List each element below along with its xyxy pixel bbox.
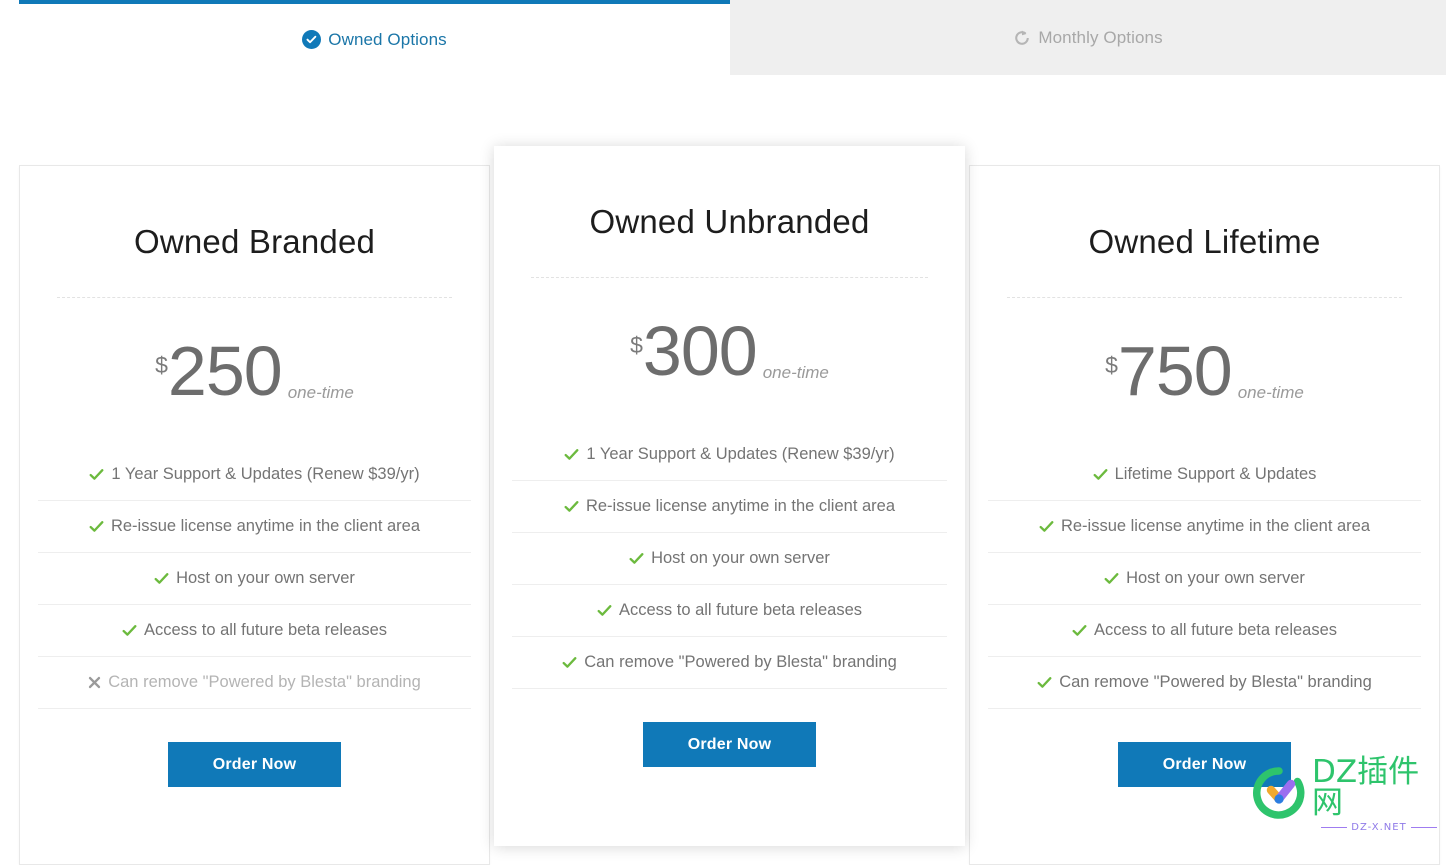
feature-label: Lifetime Support & Updates	[1114, 465, 1317, 484]
watermark-rule-right	[1410, 827, 1437, 828]
feature-item: Re-issue license anytime in the client a…	[512, 481, 947, 533]
plan-price: $ 300 one-time	[494, 316, 965, 386]
plan-title: Owned Branded	[133, 223, 376, 260]
feature-item: Access to all future beta releases	[512, 585, 947, 637]
feature-label: Host on your own server	[176, 569, 355, 588]
feature-list: 1 Year Support & Updates (Renew $39/yr) …	[494, 429, 965, 689]
check-icon	[154, 571, 169, 586]
check-icon	[1104, 571, 1119, 586]
watermark-subtitle-row: DZ-X.NET	[1321, 822, 1437, 833]
plan-price: $ 250 one-time	[20, 336, 489, 406]
watermark-title: DZ插件网	[1312, 754, 1420, 821]
close-icon	[88, 676, 101, 689]
feature-item: Re-issue license anytime in the client a…	[988, 501, 1421, 553]
title-divider	[1007, 297, 1402, 298]
check-icon	[122, 623, 137, 638]
feature-list: 1 Year Support & Updates (Renew $39/yr) …	[20, 449, 489, 709]
title-divider	[57, 297, 452, 298]
pricing-card-owned-unbranded: Owned Unbranded $ 300 one-time 1 Year Su…	[494, 146, 965, 846]
price-term: one-time	[287, 383, 354, 402]
feature-item: Access to all future beta releases	[988, 605, 1421, 657]
check-icon	[564, 499, 579, 514]
plan-title: Owned Unbranded	[589, 203, 870, 240]
feature-list: Lifetime Support & Updates Re-issue lice…	[970, 449, 1439, 709]
price-amount: 300	[642, 312, 758, 390]
pricing-cards: Owned Branded $ 250 one-time 1 Year Supp…	[0, 0, 1446, 865]
check-icon	[562, 655, 577, 670]
plan-title: Owned Lifetime	[1088, 223, 1321, 260]
feature-label: Access to all future beta releases	[143, 621, 388, 640]
watermark-text: DZ插件网 DZ-X.NET	[1312, 757, 1446, 833]
feature-item-excluded: Can remove "Powered by Blesta" branding	[38, 657, 471, 709]
check-icon	[1039, 519, 1054, 534]
feature-label: Re-issue license anytime in the client a…	[585, 497, 896, 516]
feature-item: Access to all future beta releases	[38, 605, 471, 657]
check-icon	[1072, 623, 1087, 638]
feature-item: Lifetime Support & Updates	[988, 449, 1421, 501]
watermark-subtitle: DZ-X.NET	[1351, 822, 1407, 833]
feature-item: Can remove "Powered by Blesta" branding	[988, 657, 1421, 709]
price-currency: $	[630, 332, 643, 358]
feature-label: Can remove "Powered by Blesta" branding	[584, 653, 897, 672]
check-icon	[1093, 467, 1108, 482]
order-now-button[interactable]: Order Now	[643, 722, 816, 767]
price-amount: 750	[1117, 332, 1233, 410]
pricing-card-owned-branded: Owned Branded $ 250 one-time 1 Year Supp…	[19, 165, 490, 865]
feature-label: Host on your own server	[651, 549, 830, 568]
feature-label: 1 Year Support & Updates (Renew $39/yr)	[111, 465, 420, 484]
feature-item: Can remove "Powered by Blesta" branding	[512, 637, 947, 689]
check-icon	[89, 467, 104, 482]
feature-item: Host on your own server	[512, 533, 947, 585]
feature-item: 1 Year Support & Updates (Renew $39/yr)	[512, 429, 947, 481]
check-icon	[564, 447, 579, 462]
plan-price: $ 750 one-time	[970, 336, 1439, 406]
check-icon	[89, 519, 104, 534]
price-currency: $	[1105, 352, 1118, 378]
price-term: one-time	[762, 363, 829, 382]
feature-label: Access to all future beta releases	[1093, 621, 1338, 640]
feature-label: Re-issue license anytime in the client a…	[110, 517, 421, 536]
price-term: one-time	[1237, 383, 1304, 402]
check-icon	[629, 551, 644, 566]
check-icon	[1037, 675, 1052, 690]
price-currency: $	[155, 352, 168, 378]
check-icon	[597, 603, 612, 618]
circle-check-logo-icon	[1252, 766, 1306, 825]
feature-label: Re-issue license anytime in the client a…	[1060, 517, 1371, 536]
feature-label: Can remove "Powered by Blesta" branding	[108, 673, 421, 692]
watermark: DZ插件网 DZ-X.NET	[1252, 757, 1446, 833]
feature-item: Host on your own server	[38, 553, 471, 605]
feature-label: Access to all future beta releases	[618, 601, 863, 620]
feature-label: 1 Year Support & Updates (Renew $39/yr)	[586, 445, 895, 464]
order-now-button[interactable]: Order Now	[168, 742, 341, 787]
feature-item: Re-issue license anytime in the client a…	[38, 501, 471, 553]
price-amount: 250	[167, 332, 283, 410]
feature-item: 1 Year Support & Updates (Renew $39/yr)	[38, 449, 471, 501]
watermark-rule-left	[1321, 827, 1348, 828]
order-button-wrap: Order Now	[20, 742, 489, 787]
feature-label: Can remove "Powered by Blesta" branding	[1059, 673, 1372, 692]
title-divider	[531, 277, 928, 278]
order-button-wrap: Order Now	[494, 722, 965, 767]
feature-item: Host on your own server	[988, 553, 1421, 605]
feature-label: Host on your own server	[1126, 569, 1305, 588]
